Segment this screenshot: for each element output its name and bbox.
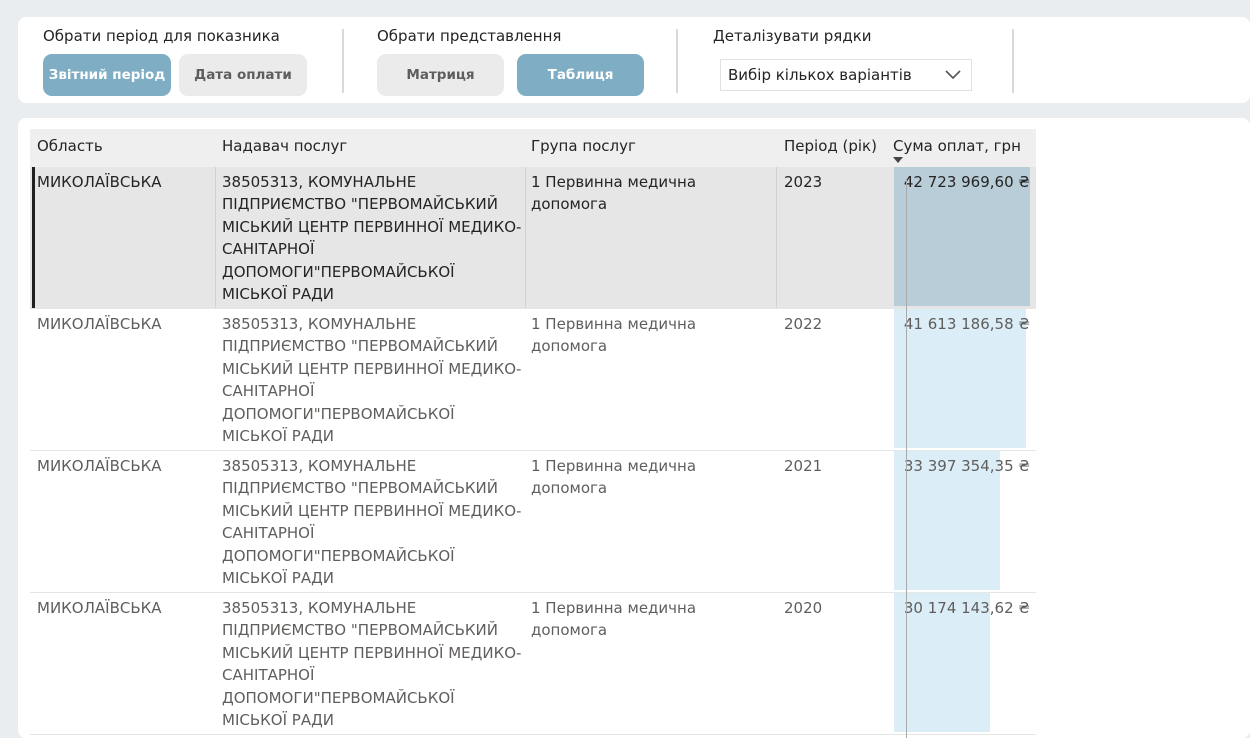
chevron-down-icon [945,70,961,80]
sort-descending-icon [893,157,903,163]
filter-divider [676,29,678,93]
sum-value: 42 723 969,60 ₴ [903,173,1030,191]
cell-oblast: МИКОЛАЇВСЬКА [37,173,162,191]
detail-rows-dropdown[interactable]: Вибір кількох варіантів [720,59,972,91]
table-header: Область Надавач послуг Група послуг Пері… [30,129,1036,167]
column-header-group[interactable]: Група послуг [531,129,636,167]
column-header-sum[interactable]: Сума оплат, грн [893,129,1021,167]
cell-divider [776,167,777,308]
cell-sum: 41 613 186,58 ₴ [894,309,1030,450]
filter-panel: Обрати період для показника Звітний пері… [18,17,1250,103]
cell-oblast: МИКОЛАЇВСЬКА [37,599,162,617]
cell-sum: 42 723 969,60 ₴ [894,167,1030,308]
payment-date-button[interactable]: Дата оплати [179,54,307,96]
table-view-button[interactable]: Таблиця [517,54,644,96]
filter-divider [1012,29,1014,93]
cell-period: 2023 [784,173,823,191]
cell-period: 2021 [784,457,823,475]
filter-divider [342,29,344,93]
cell-group: 1 Первинна медична допомога [531,173,697,214]
cell-period: 2022 [784,315,823,333]
cell-provider: 38505313, КОМУНАЛЬНЕ ПІДПРИЄМСТВО "ПЕРВО… [222,599,522,730]
sum-value: 30 174 143,62 ₴ [903,599,1030,617]
column-header-oblast[interactable]: Область [37,129,103,167]
selection-indicator [32,167,35,308]
sum-value: 41 613 186,58 ₴ [903,315,1030,333]
cell-oblast: МИКОЛАЇВСЬКА [37,315,162,333]
cell-provider: 38505313, КОМУНАЛЬНЕ ПІДПРИЄМСТВО "ПЕРВО… [222,315,522,446]
column-header-period[interactable]: Період (рік) [784,129,877,167]
cell-period: 2020 [784,599,823,617]
detail-filter-title: Деталізувати рядки [713,27,872,45]
sum-value: 33 397 354,35 ₴ [903,457,1030,475]
cell-group: 1 Первинна медична допомога [531,457,697,498]
data-table: Область Надавач послуг Група послуг Пері… [30,129,1036,738]
cell-group: 1 Первинна медична допомога [531,315,697,356]
cell-sum: 30 174 143,62 ₴ [894,593,1030,734]
column-header-provider[interactable]: Надавач послуг [222,129,347,167]
table-row[interactable]: МИКОЛАЇВСЬКА 38505313, КОМУНАЛЬНЕ ПІДПРИ… [30,451,1036,593]
period-filter-title: Обрати період для показника [43,27,280,45]
cell-divider [525,167,526,308]
table-row[interactable]: МИКОЛАЇВСЬКА 38505313, КОМУНАЛЬНЕ ПІДПРИ… [30,309,1036,451]
reporting-period-button[interactable]: Звітний період [43,54,171,96]
table-body: МИКОЛАЇВСЬКА 38505313, КОМУНАЛЬНЕ ПІДПРИ… [30,167,1036,735]
cell-provider: 38505313, КОМУНАЛЬНЕ ПІДПРИЄМСТВО "ПЕРВО… [222,173,522,304]
cell-group: 1 Первинна медична допомога [531,599,697,640]
table-row[interactable]: МИКОЛАЇВСЬКА 38505313, КОМУНАЛЬНЕ ПІДПРИ… [30,167,1036,309]
table-row[interactable]: МИКОЛАЇВСЬКА 38505313, КОМУНАЛЬНЕ ПІДПРИ… [30,593,1036,735]
databar-axis [906,180,907,738]
dropdown-value: Вибір кількох варіантів [728,66,912,84]
cell-oblast: МИКОЛАЇВСЬКА [37,457,162,475]
matrix-view-button[interactable]: Матриця [377,54,504,96]
table-visual: Область Надавач послуг Група послуг Пері… [18,118,1250,738]
cell-sum: 33 397 354,35 ₴ [894,451,1030,592]
cell-provider: 38505313, КОМУНАЛЬНЕ ПІДПРИЄМСТВО "ПЕРВО… [222,457,522,588]
view-filter-title: Обрати представлення [377,27,562,45]
